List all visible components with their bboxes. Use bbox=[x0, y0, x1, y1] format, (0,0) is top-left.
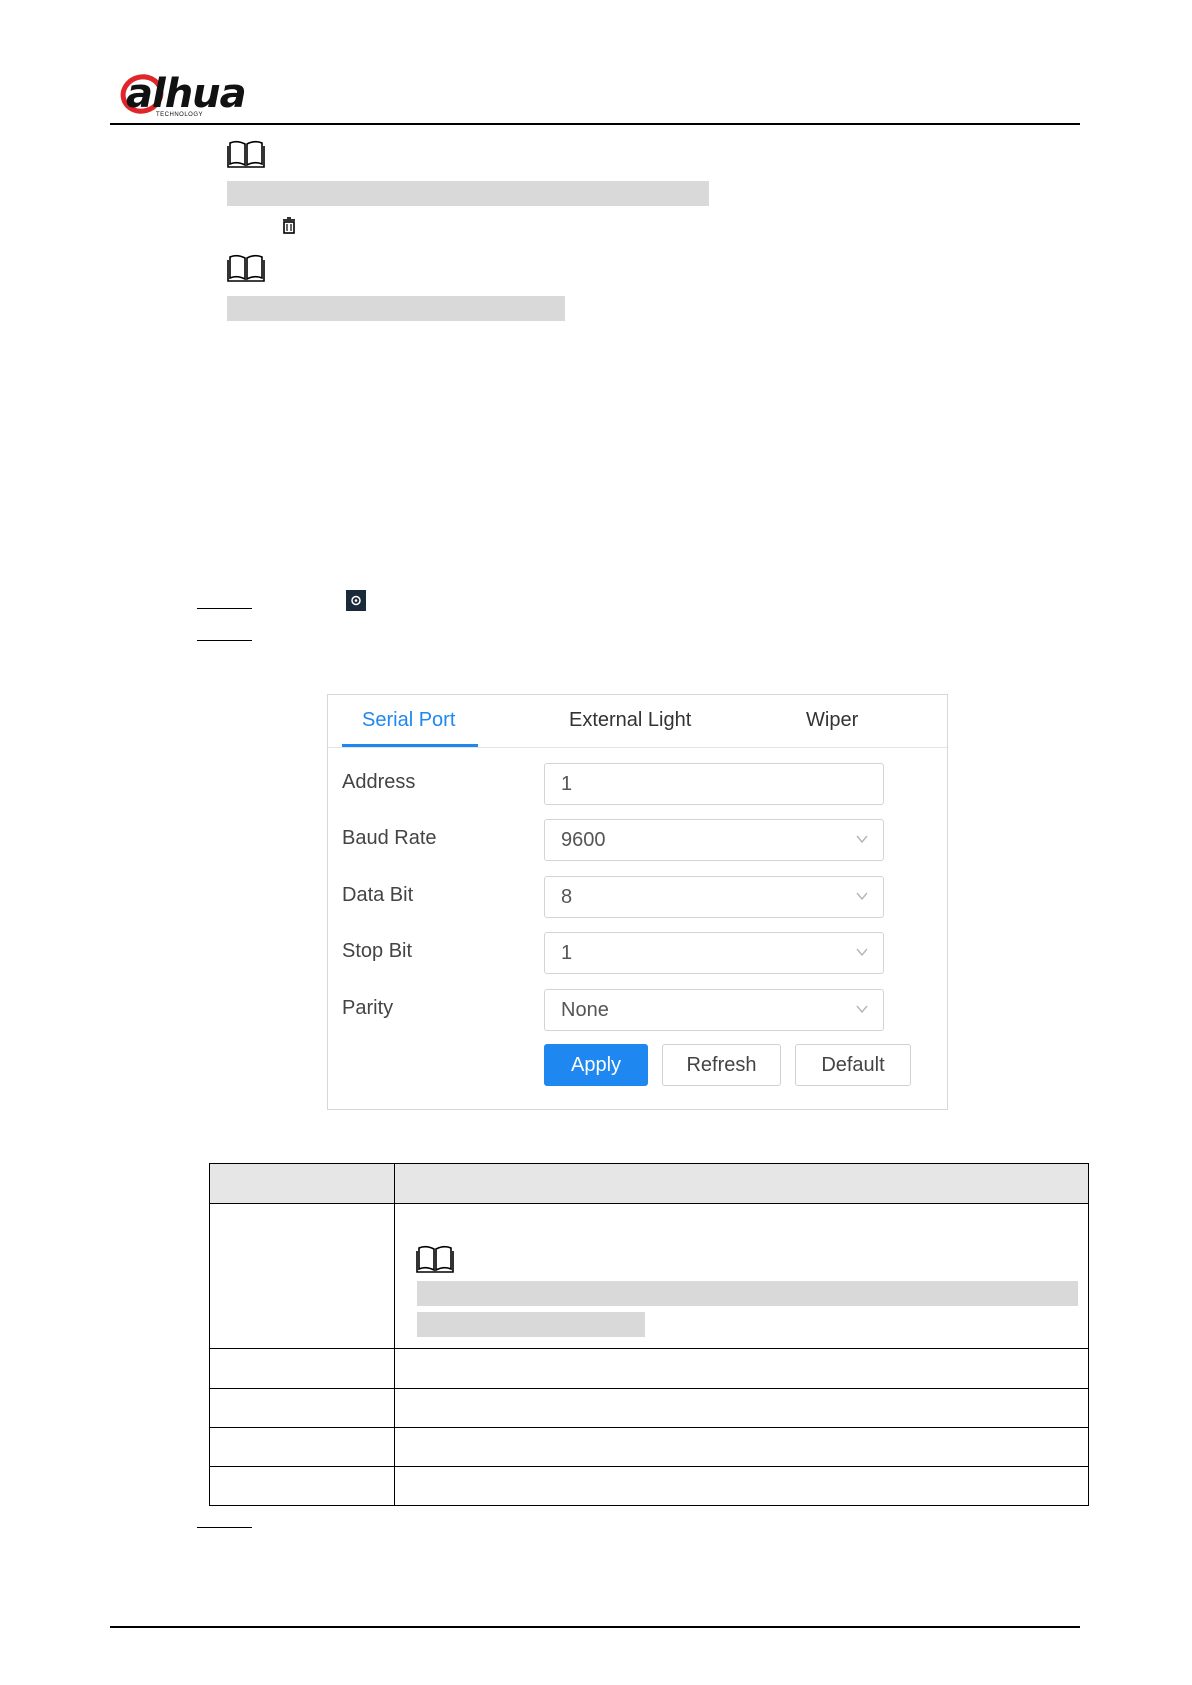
address-input[interactable]: 1 bbox=[544, 763, 884, 805]
table-rule bbox=[209, 1348, 1089, 1349]
table-rule bbox=[209, 1203, 1089, 1204]
parity-label: Parity bbox=[342, 997, 394, 1019]
redacted-text-block bbox=[417, 1312, 645, 1337]
baud-rate-label: Baud Rate bbox=[342, 827, 437, 849]
data-bit-value: 8 bbox=[561, 886, 573, 908]
chevron-down-icon bbox=[856, 892, 868, 901]
trash-icon bbox=[280, 216, 298, 236]
chevron-down-icon bbox=[856, 948, 868, 957]
table-rule bbox=[1088, 1163, 1089, 1506]
footer-rule bbox=[110, 1626, 1080, 1628]
table-rule bbox=[209, 1163, 210, 1506]
tab-wiper[interactable]: Wiper bbox=[806, 709, 858, 732]
serial-port-panel: Serial Port External Light Wiper Address… bbox=[327, 694, 948, 1110]
table-rule bbox=[209, 1466, 1089, 1467]
redacted-text-block bbox=[227, 296, 565, 321]
refresh-button[interactable]: Refresh bbox=[662, 1044, 781, 1086]
apply-button[interactable]: Apply bbox=[544, 1044, 648, 1086]
address-label: Address bbox=[342, 771, 416, 793]
parameter-table bbox=[209, 1163, 1089, 1506]
table-rule bbox=[394, 1163, 395, 1506]
brand-subtitle: TECHNOLOGY bbox=[156, 112, 204, 118]
parity-select[interactable]: None bbox=[544, 989, 884, 1031]
table-rule bbox=[209, 1427, 1089, 1428]
stop-bit-select[interactable]: 1 bbox=[544, 932, 884, 974]
brand-name: alhua bbox=[126, 71, 247, 117]
parity-value: None bbox=[561, 999, 609, 1021]
note-book-icon bbox=[416, 1245, 454, 1275]
table-header-row bbox=[209, 1163, 1089, 1203]
stop-bit-label: Stop Bit bbox=[342, 940, 413, 962]
step-marker bbox=[197, 1527, 252, 1528]
header-rule bbox=[110, 123, 1080, 125]
table-rule bbox=[209, 1163, 1089, 1164]
data-bit-label: Data Bit bbox=[342, 884, 414, 906]
baud-rate-value: 9600 bbox=[561, 829, 606, 851]
tab-external-light[interactable]: External Light bbox=[569, 709, 691, 732]
address-value: 1 bbox=[561, 773, 573, 795]
chevron-down-icon bbox=[856, 835, 868, 844]
tab-serial-port[interactable]: Serial Port bbox=[362, 709, 455, 732]
brand-logo: alhua TECHNOLOGY bbox=[120, 72, 255, 120]
active-tab-indicator bbox=[342, 744, 478, 747]
table-rule bbox=[209, 1388, 1089, 1389]
tab-bar: Serial Port External Light Wiper bbox=[328, 695, 947, 748]
note-book-icon bbox=[227, 254, 265, 284]
redacted-text-block bbox=[417, 1281, 1078, 1306]
step-marker bbox=[197, 608, 252, 609]
baud-rate-select[interactable]: 9600 bbox=[544, 819, 884, 861]
table-rule bbox=[209, 1505, 1089, 1506]
note-book-icon bbox=[227, 140, 265, 170]
redacted-text-block bbox=[227, 181, 709, 206]
settings-icon bbox=[346, 590, 366, 611]
default-button[interactable]: Default bbox=[795, 1044, 911, 1086]
data-bit-select[interactable]: 8 bbox=[544, 876, 884, 918]
step-marker bbox=[197, 640, 252, 641]
chevron-down-icon bbox=[856, 1005, 868, 1014]
stop-bit-value: 1 bbox=[561, 942, 573, 964]
